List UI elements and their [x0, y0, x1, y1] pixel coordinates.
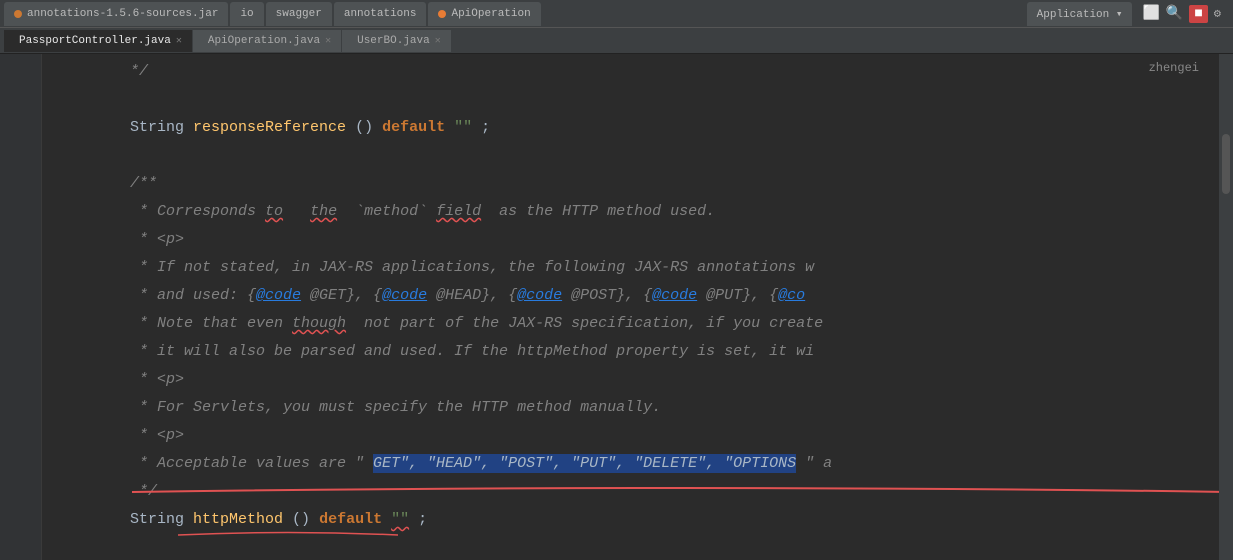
file-tab-bar: PassportController.java ✕ ApiOperation.j… [0, 28, 1233, 54]
code-line: * <p> [58, 226, 1219, 254]
code-token: * <p> [130, 226, 184, 254]
file-tab-apioperation[interactable]: ApiOperation.java ✕ [193, 30, 341, 52]
selection-highlight: GET", "HEAD", "POST", "PUT", "DELETE", "… [373, 454, 796, 473]
code-token: String httpMethod () default "" ; [130, 506, 427, 534]
tab-annotations-jar[interactable]: annotations-1.5.6-sources.jar [4, 2, 228, 26]
tab-swagger[interactable]: swagger [266, 2, 332, 26]
close-tab-icon[interactable]: ✕ [325, 35, 331, 47]
code-line: /** [58, 170, 1219, 198]
code-token: /** [130, 170, 157, 198]
code-line: * <p> [58, 366, 1219, 394]
code-line: * If not stated, in JAX-RS applications,… [58, 254, 1219, 282]
code-line: * Note that even though not part of the … [58, 310, 1219, 338]
browser-tab-bar: annotations-1.5.6-sources.jar io swagger… [0, 0, 1233, 28]
file-tab-passportcontroller[interactable]: PassportController.java ✕ [4, 30, 192, 52]
line-number-gutter [0, 54, 42, 560]
tab-label: swagger [276, 8, 322, 20]
code-token: * Corresponds to the `method` field as t… [130, 198, 715, 226]
code-token: * Note that even though not part of the … [130, 310, 823, 338]
file-tab-label: ApiOperation.java [208, 35, 320, 47]
tab-application[interactable]: Application ▾ [1027, 2, 1133, 26]
code-token: * it will also be parsed and used. If th… [130, 338, 814, 366]
tab-io[interactable]: io [230, 2, 263, 26]
close-tab-icon[interactable]: ✕ [435, 35, 441, 47]
file-tab-label: PassportController.java [19, 35, 171, 47]
stop-icon[interactable]: ■ [1189, 5, 1207, 23]
tab-annotations[interactable]: annotations [334, 2, 427, 26]
code-line: * it will also be parsed and used. If th… [58, 338, 1219, 366]
code-line [58, 534, 1219, 560]
code-token: * and used: {@code @GET}, {@code @HEAD},… [130, 282, 805, 310]
code-line: * For Servlets, you must specify the HTT… [58, 394, 1219, 422]
code-token: * For Servlets, you must specify the HTT… [130, 394, 661, 422]
search-icon[interactable]: 🔍 [1166, 5, 1183, 22]
squiggle-field: field [436, 203, 481, 220]
restore-icon[interactable]: ⬜ [1142, 5, 1159, 22]
code-line: * Corresponds to the `method` field as t… [58, 198, 1219, 226]
code-token: * If not stated, in JAX-RS applications,… [130, 254, 814, 282]
code-token: */ [130, 478, 157, 506]
tab-apioperation[interactable]: ApiOperation [428, 2, 540, 26]
squiggle-the: the [310, 203, 337, 220]
close-tab-icon[interactable]: ✕ [176, 35, 182, 47]
file-tab-userbo[interactable]: UserBO.java ✕ [342, 30, 451, 52]
tab-label: annotations [344, 8, 417, 20]
code-line [58, 86, 1219, 114]
code-editor[interactable]: zhengei */ String responseReference () d… [42, 54, 1219, 560]
squiggle-string: "" [391, 511, 409, 528]
jar-icon [14, 10, 22, 18]
tab-label: Application ▾ [1037, 7, 1123, 21]
code-line: * <p> [58, 422, 1219, 450]
code-token: * Acceptable values are " GET", "HEAD", … [130, 450, 832, 478]
code-token: */ [58, 58, 148, 86]
code-line [58, 142, 1219, 170]
code-line: String responseReference () default "" ; [58, 114, 1219, 142]
apioperation-icon [438, 10, 446, 18]
code-line: */ [58, 58, 1219, 86]
toolbar-icons: ⬜ 🔍 ■ ⚙ [1134, 5, 1229, 23]
code-line: * and used: {@code @GET}, {@code @HEAD},… [58, 282, 1219, 310]
code-line: */ [58, 478, 1219, 506]
vertical-scrollbar[interactable] [1219, 54, 1233, 560]
squiggle-though: though [292, 315, 346, 332]
file-tab-label: UserBO.java [357, 35, 430, 47]
code-token: * <p> [130, 422, 184, 450]
acceptable-values-line: * Acceptable values are " GET", "HEAD", … [58, 450, 1219, 478]
tab-label: annotations-1.5.6-sources.jar [27, 8, 218, 20]
code-token: * <p> [130, 366, 184, 394]
tab-label: ApiOperation [451, 8, 530, 20]
editor-area: zhengei */ String responseReference () d… [0, 54, 1233, 560]
tab-label: io [240, 8, 253, 20]
code-token: String responseReference () default "" ; [130, 114, 490, 142]
squiggle-to: to [265, 203, 283, 220]
scrollbar-thumb[interactable] [1222, 134, 1230, 194]
gear-icon[interactable]: ⚙ [1214, 6, 1221, 21]
http-method-line: String httpMethod () default "" ; [58, 506, 1219, 534]
